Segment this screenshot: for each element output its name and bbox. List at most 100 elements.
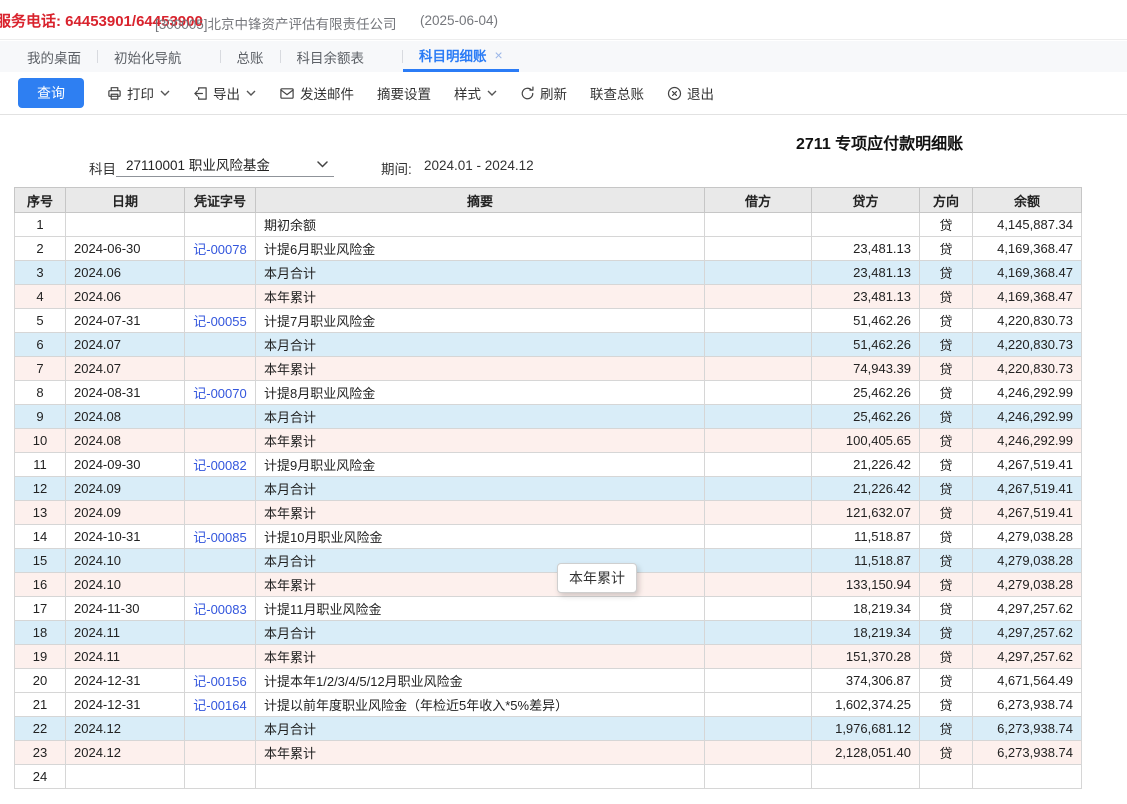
cell-voucher — [185, 573, 256, 597]
table-row[interactable]: 1期初余额贷4,145,887.34 — [15, 213, 1082, 237]
tab-subject-balance[interactable]: 科目余额表 — [281, 41, 381, 72]
table-row[interactable]: 142024-10-31记-00085计提10月职业风险金11,518.87贷4… — [15, 525, 1082, 549]
cell-date — [66, 765, 185, 789]
cell-seq: 22 — [15, 717, 66, 741]
table-row[interactable]: 182024.11本月合计18,219.34贷4,297,257.62 — [15, 621, 1082, 645]
table-row[interactable]: 62024.07本月合计51,462.26贷4,220,830.73 — [15, 333, 1082, 357]
table-row[interactable]: 102024.08本年累计100,405.65贷4,246,292.99 — [15, 429, 1082, 453]
subject-select[interactable]: 27110001 职业风险基金 — [116, 152, 334, 177]
table-row[interactable]: 212024-12-31记-00164计提以前年度职业风险金（年检近5年收入*5… — [15, 693, 1082, 717]
table-row[interactable]: 232024.12本年累计2,128,051.40贷6,273,938.74 — [15, 741, 1082, 765]
cell-direction: 贷 — [920, 333, 973, 357]
tab-init-nav[interactable]: 初始化导航 — [98, 41, 198, 72]
table-row[interactable]: 192024.11本年累计151,370.28贷4,297,257.62 — [15, 645, 1082, 669]
cell-credit: 1,602,374.25 — [812, 693, 920, 717]
column-header: 方向 — [920, 188, 973, 213]
table-row[interactable]: 112024-09-30记-00082计提9月职业风险金21,226.42贷4,… — [15, 453, 1082, 477]
cell-debit — [705, 621, 812, 645]
voucher-link[interactable]: 记-00164 — [193, 698, 246, 713]
mail-icon — [279, 86, 295, 101]
voucher-link[interactable]: 记-00083 — [193, 602, 246, 617]
cell-balance — [973, 765, 1082, 789]
cell-seq: 3 — [15, 261, 66, 285]
tab-my-desktop[interactable]: 我的桌面 — [11, 41, 97, 72]
cell-date: 2024.08 — [66, 429, 185, 453]
style-button[interactable]: 样式 — [454, 83, 497, 103]
table-row[interactable]: 162024.10本年累计133,150.94贷4,279,038.28 — [15, 573, 1082, 597]
cell-seq: 24 — [15, 765, 66, 789]
voucher-link[interactable]: 记-00156 — [193, 674, 246, 689]
cell-date: 2024.12 — [66, 741, 185, 765]
export-button[interactable]: 导出 — [193, 83, 256, 103]
cell-debit — [705, 261, 812, 285]
voucher-link[interactable]: 记-00055 — [193, 314, 246, 329]
chevron-down-icon — [160, 90, 170, 96]
cell-seq: 13 — [15, 501, 66, 525]
table-row[interactable]: 172024-11-30记-00083计提11月职业风险金18,219.34贷4… — [15, 597, 1082, 621]
table-row[interactable]: 202024-12-31记-00156计提本年1/2/3/4/5/12月职业风险… — [15, 669, 1082, 693]
table-row[interactable]: 222024.12本月合计1,976,681.12贷6,273,938.74 — [15, 717, 1082, 741]
cell-direction: 贷 — [920, 597, 973, 621]
table-row[interactable]: 132024.09本年累计121,632.07贷4,267,519.41 — [15, 501, 1082, 525]
exit-button[interactable]: 退出 — [667, 83, 714, 103]
cell-debit — [705, 213, 812, 237]
cell-debit — [705, 333, 812, 357]
cell-direction: 贷 — [920, 285, 973, 309]
send-mail-button[interactable]: 发送邮件 — [279, 83, 354, 103]
cell-summary: 本年累计 — [256, 645, 705, 669]
cell-credit: 1,976,681.12 — [812, 717, 920, 741]
cell-debit — [705, 405, 812, 429]
table-row[interactable]: 32024.06本月合计23,481.13贷4,169,368.47 — [15, 261, 1082, 285]
print-button[interactable]: 打印 — [107, 83, 170, 103]
close-tab-icon[interactable]: × — [495, 47, 503, 63]
cell-date: 2024-10-31 — [66, 525, 185, 549]
table-row[interactable]: 82024-08-31记-00070计提8月职业风险金25,462.26贷4,2… — [15, 381, 1082, 405]
query-button[interactable]: 查询 — [18, 78, 84, 108]
cell-summary: 本年累计 — [256, 285, 705, 309]
chevron-down-icon — [246, 90, 256, 96]
cell-seq: 4 — [15, 285, 66, 309]
cell-direction: 贷 — [920, 429, 973, 453]
cell-seq: 12 — [15, 477, 66, 501]
cell-debit — [705, 501, 812, 525]
tab-general-ledger[interactable]: 总账 — [221, 41, 280, 72]
cell-date: 2024.06 — [66, 285, 185, 309]
cell-direction: 贷 — [920, 309, 973, 333]
cell-seq: 17 — [15, 597, 66, 621]
cell-direction — [920, 765, 973, 789]
voucher-link[interactable]: 记-00070 — [193, 386, 246, 401]
cell-summary: 本年累计 — [256, 429, 705, 453]
tab-subject-ledger[interactable]: 科目明细账 × — [403, 41, 519, 72]
cell-summary: 本年累计 — [256, 501, 705, 525]
table-row[interactable]: 72024.07本年累计74,943.39贷4,220,830.73 — [15, 357, 1082, 381]
cell-voucher — [185, 741, 256, 765]
table-row[interactable]: 24 — [15, 765, 1082, 789]
voucher-link[interactable]: 记-00078 — [193, 242, 246, 257]
table-row[interactable]: 122024.09本月合计21,226.42贷4,267,519.41 — [15, 477, 1082, 501]
cell-voucher: 记-00156 — [185, 669, 256, 693]
table-row[interactable]: 152024.10本月合计11,518.87贷4,279,038.28 — [15, 549, 1082, 573]
table-row[interactable]: 52024-07-31记-00055计提7月职业风险金51,462.26贷4,2… — [15, 309, 1082, 333]
summary-settings-button[interactable]: 摘要设置 — [377, 83, 431, 103]
cell-voucher: 记-00083 — [185, 597, 256, 621]
cell-summary: 期初余额 — [256, 213, 705, 237]
refresh-button[interactable]: 刷新 — [520, 83, 567, 103]
cell-summary: 计提6月职业风险金 — [256, 237, 705, 261]
cell-summary: 本月合计 — [256, 621, 705, 645]
cell-seq: 18 — [15, 621, 66, 645]
cell-debit — [705, 693, 812, 717]
cell-direction: 贷 — [920, 717, 973, 741]
exit-circle-x-icon — [667, 86, 682, 101]
voucher-link[interactable]: 记-00082 — [193, 458, 246, 473]
cell-date: 2024.09 — [66, 501, 185, 525]
cell-summary: 计提8月职业风险金 — [256, 381, 705, 405]
cell-credit: 11,518.87 — [812, 525, 920, 549]
table-row[interactable]: 22024-06-30记-00078计提6月职业风险金23,481.13贷4,1… — [15, 237, 1082, 261]
table-row[interactable]: 42024.06本年累计23,481.13贷4,169,368.47 — [15, 285, 1082, 309]
crosscheck-ledger-button[interactable]: 联查总账 — [590, 83, 644, 103]
voucher-link[interactable]: 记-00085 — [193, 530, 246, 545]
cell-summary: 本年累计 — [256, 741, 705, 765]
cell-date: 2024.10 — [66, 573, 185, 597]
table-row[interactable]: 92024.08本月合计25,462.26贷4,246,292.99 — [15, 405, 1082, 429]
column-header: 序号 — [15, 188, 66, 213]
